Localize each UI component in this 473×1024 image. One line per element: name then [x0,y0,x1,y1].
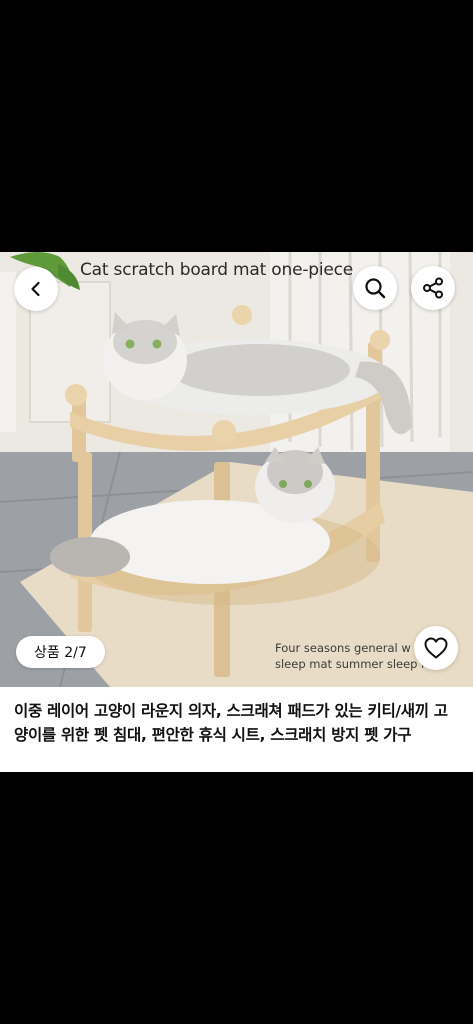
favorite-button[interactable] [414,626,458,670]
heart-icon [424,637,448,659]
image-overlay-title: Cat scratch board mat one-piece [80,260,354,280]
back-button[interactable] [14,267,58,311]
top-letterbox [0,0,473,252]
image-counter: 상품 2/7 [16,636,105,668]
search-button[interactable] [353,266,397,310]
product-image[interactable]: Cat scratch board mat one-piece Four sea… [0,252,473,687]
product-title-section: 이중 레이어 고양이 라운지 의자, 스크래쳐 패드가 있는 키티/새끼 고양이… [0,687,473,772]
chevron-left-icon [31,281,40,297]
product-photo [0,252,473,687]
product-title: 이중 레이어 고양이 라운지 의자, 스크래쳐 패드가 있는 키티/새끼 고양이… [14,702,448,744]
bottom-letterbox [0,772,473,1024]
share-button[interactable] [411,266,455,310]
share-icon [423,277,443,299]
search-icon [365,278,386,299]
